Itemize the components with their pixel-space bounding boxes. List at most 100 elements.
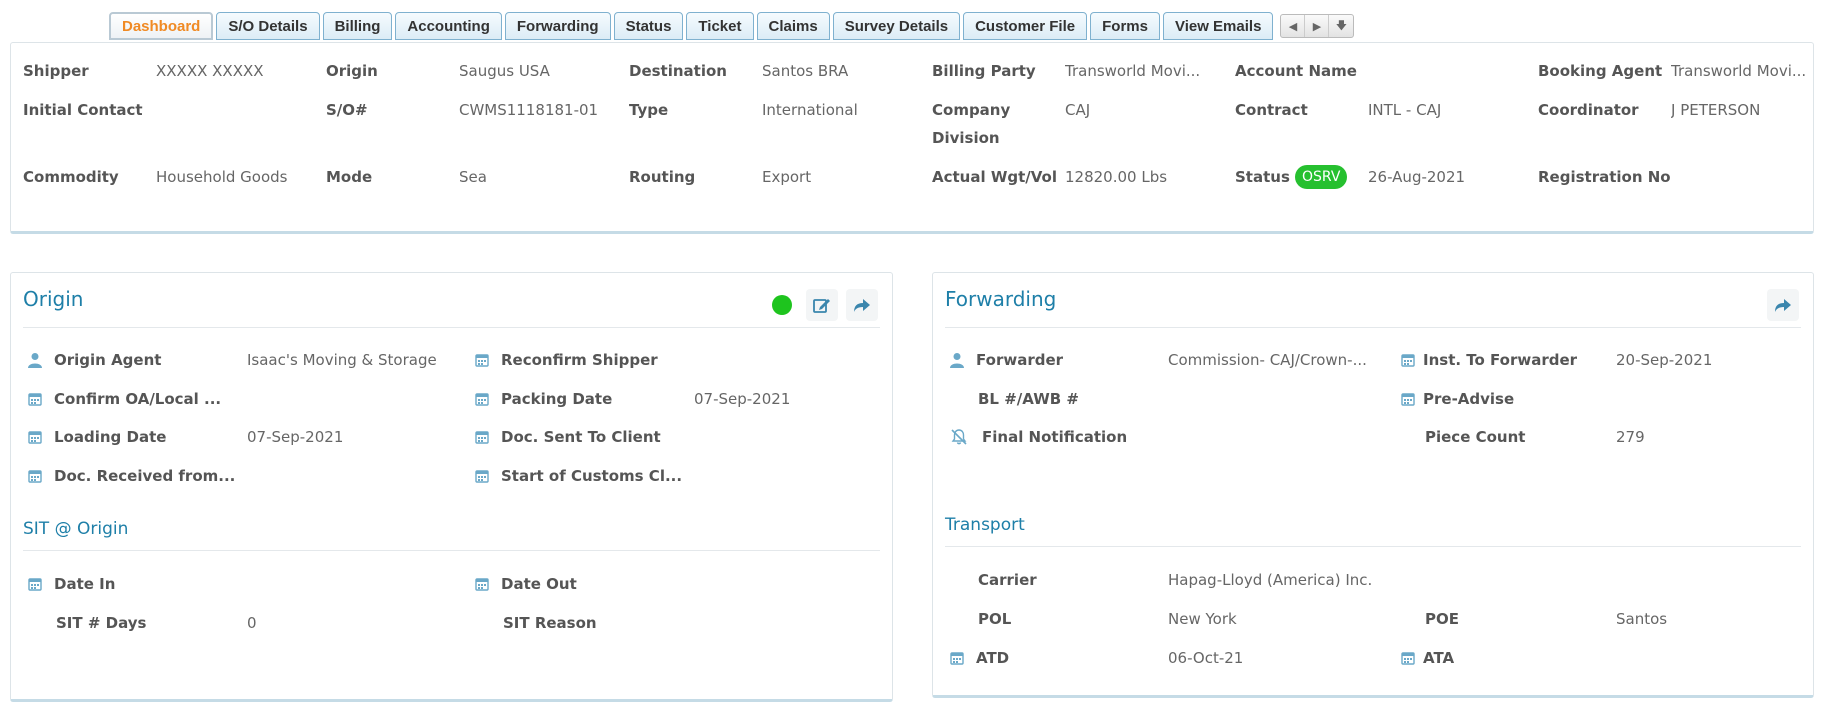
date-in-label: Date In — [54, 575, 116, 593]
company-division-label-2: Division — [932, 129, 1000, 147]
calendar-icon — [945, 646, 969, 670]
bell-slash-icon — [947, 425, 971, 449]
arrow-down-icon[interactable]: 🡇 — [1329, 15, 1353, 37]
initial-contact-label: Initial Contact — [23, 101, 143, 119]
booking-agent-label: Booking Agent — [1538, 62, 1663, 80]
registration-label: Registration No — [1538, 168, 1671, 186]
status-label: Status — [1235, 168, 1290, 186]
calendar-icon — [1396, 348, 1420, 372]
account-name-label: Account Name — [1235, 62, 1357, 80]
tab-claims[interactable]: Claims — [756, 12, 830, 40]
booking-agent-value: Transworld Movi... — [1671, 62, 1807, 80]
pol-label: POL — [978, 610, 1012, 628]
shipper-label: Shipper — [23, 62, 89, 80]
ata-label: ATA — [1423, 649, 1455, 667]
coordinator-label: Coordinator — [1538, 101, 1639, 119]
commodity-label: Commodity — [23, 168, 119, 186]
forwarding-header-divider — [945, 327, 1801, 328]
forwarder-label: Forwarder — [976, 351, 1064, 369]
arrow-right-icon[interactable]: ▶ — [1305, 15, 1330, 37]
tab-bar: Dashboard S/O Details Billing Accounting… — [109, 12, 1355, 42]
loading-date-label: Loading Date — [54, 428, 167, 446]
forwarding-card: Forwarding Forwarder Commission- CAJ/Cro… — [932, 272, 1814, 698]
origin-agent-value: Isaac's Moving & Storage — [247, 351, 437, 369]
poe-label: POE — [1425, 610, 1459, 628]
sit-days-value: 0 — [247, 614, 257, 632]
date-out-label: Date Out — [501, 575, 577, 593]
calendar-icon — [1396, 646, 1420, 670]
type-value: International — [762, 101, 858, 119]
bl-awb-label: BL #/AWB # — [978, 390, 1079, 408]
forwarding-card-title: Forwarding — [945, 287, 1057, 311]
calendar-icon — [470, 348, 494, 372]
calendar-icon — [470, 425, 494, 449]
carrier-value: Hapag-Lloyd (America) Inc. — [1168, 571, 1373, 589]
transport-divider — [945, 546, 1801, 547]
tab-scroll-controls: ◀ ▶ 🡇 — [1280, 14, 1355, 38]
sit-days-label: SIT # Days — [56, 614, 147, 632]
destination-label: Destination — [629, 62, 727, 80]
mode-label: Mode — [326, 168, 373, 186]
poe-value: Santos — [1616, 610, 1668, 628]
piece-count-label: Piece Count — [1425, 428, 1526, 446]
status-indicator — [772, 295, 792, 315]
doc-sent-label: Doc. Sent To Client — [501, 428, 661, 446]
tab-customer-file[interactable]: Customer File — [963, 12, 1088, 40]
tab-status[interactable]: Status — [613, 12, 684, 40]
sit-reason-label: SIT Reason — [503, 614, 597, 632]
inst-to-forwarder-label: Inst. To Forwarder — [1423, 351, 1578, 369]
origin-agent-label: Origin Agent — [54, 351, 162, 369]
calendar-icon — [23, 425, 47, 449]
origin-value: Saugus USA — [459, 62, 550, 80]
transport-title: Transport — [945, 515, 1025, 535]
contract-value: INTL - CAJ — [1368, 101, 1442, 119]
billing-party-label: Billing Party — [932, 62, 1036, 80]
type-label: Type — [629, 101, 669, 119]
packing-date-label: Packing Date — [501, 390, 613, 408]
calendar-icon — [470, 387, 494, 411]
reconfirm-shipper-label: Reconfirm Shipper — [501, 351, 658, 369]
pre-advise-label: Pre-Advise — [1423, 390, 1515, 408]
tab-forms[interactable]: Forms — [1090, 12, 1160, 40]
calendar-icon — [470, 464, 494, 488]
actual-wgt-value: 12820.00 Lbs — [1065, 168, 1168, 186]
tab-ticket[interactable]: Ticket — [686, 12, 754, 40]
status-badge-wrap: OSRV — [1289, 165, 1348, 189]
calendar-icon — [23, 464, 47, 488]
piece-count-value: 279 — [1616, 428, 1645, 446]
tab-dashboard[interactable]: Dashboard — [109, 12, 214, 40]
sit-origin-title: SIT @ Origin — [23, 519, 129, 539]
arrow-left-icon[interactable]: ◀ — [1281, 15, 1306, 37]
origin-header-divider — [23, 327, 880, 328]
tab-so-details[interactable]: S/O Details — [216, 12, 320, 40]
tab-view-emails[interactable]: View Emails — [1162, 12, 1274, 40]
final-notification-label: Final Notification — [982, 428, 1128, 446]
tab-forwarding[interactable]: Forwarding — [504, 12, 611, 40]
so-number-label: S/O# — [326, 101, 368, 119]
atd-value: 06-Oct-21 — [1168, 649, 1244, 667]
actual-wgt-label: Actual Wgt/Vol — [932, 168, 1058, 186]
company-division-value: CAJ — [1065, 101, 1091, 119]
tab-survey-details[interactable]: Survey Details — [832, 12, 961, 40]
calendar-icon — [1396, 387, 1420, 411]
share-icon[interactable] — [846, 289, 878, 321]
origin-card-title: Origin — [23, 287, 84, 311]
routing-value: Export — [762, 168, 812, 186]
edit-icon[interactable] — [806, 289, 838, 321]
loading-date-value: 07-Sep-2021 — [247, 428, 344, 446]
billing-party-value: Transworld Movi... — [1065, 62, 1201, 80]
packing-date-value: 07-Sep-2021 — [694, 390, 791, 408]
share-icon[interactable] — [1767, 289, 1799, 321]
contract-label: Contract — [1235, 101, 1308, 119]
atd-label: ATD — [976, 649, 1010, 667]
coordinator-value: J PETERSON — [1671, 101, 1761, 119]
customs-label: Start of Customs Cl... — [501, 467, 683, 485]
company-division-label-1: Company — [932, 101, 1011, 119]
sit-divider — [23, 550, 880, 551]
tab-billing[interactable]: Billing — [322, 12, 393, 40]
tab-accounting[interactable]: Accounting — [395, 12, 502, 40]
status-date: 26-Aug-2021 — [1368, 168, 1466, 186]
user-icon — [23, 348, 47, 372]
status-badge: OSRV — [1295, 165, 1348, 189]
mode-value: Sea — [459, 168, 487, 186]
